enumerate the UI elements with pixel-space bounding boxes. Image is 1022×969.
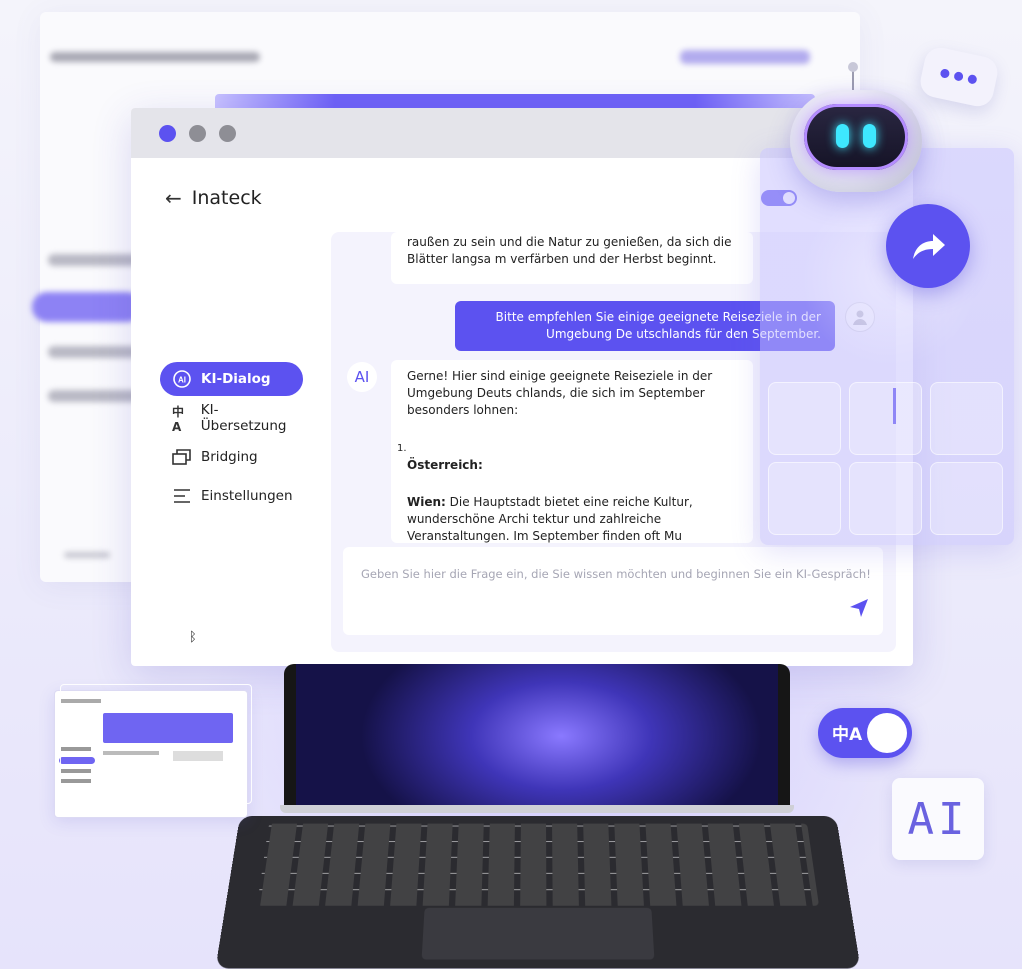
sidebar-item-label: KI-Übersetzung [200,402,287,434]
translate-toggle[interactable]: 中A [818,708,912,758]
question-input[interactable]: Geben Sie hier die Frage ein, die Sie wi… [343,547,883,635]
settings-icon [172,486,192,506]
bridging-icon [172,447,192,467]
bot-message: Gerne! Hier sind einige geeignete Reisez… [391,360,753,560]
ai-tile-text: AI [907,793,969,845]
list-number: 1. [397,443,407,454]
header: ← Inateck [165,186,262,210]
sidebar-item-label: Bridging [201,449,258,465]
sidebar-item-label: Einstellungen [201,488,293,504]
sidebar-item-einstellungen[interactable]: Einstellungen [160,479,303,513]
glass-tile [930,462,1003,535]
detail-bold: Wien: [407,495,446,509]
list-title: Österreich: [407,458,483,472]
input-placeholder: Geben Sie hier die Frage ein, die Sie wi… [361,567,871,581]
robot-mascot-icon [790,90,922,192]
bluetooth-icon[interactable]: ᛒ [189,630,197,645]
robot-eye [863,124,876,148]
sidebar-item-bridging[interactable]: Bridging [160,440,303,474]
trackpad [421,907,655,960]
maximize-dot[interactable] [219,125,236,142]
toggle-knob [867,713,907,753]
share-button[interactable] [886,204,970,288]
glass-panel [760,148,1014,545]
sidebar-item-ki-uebersetzung[interactable]: 中A KI-Übersetzung [160,401,303,435]
send-icon[interactable] [849,598,869,621]
ai-icon: AI [172,369,192,389]
ai-avatar: AI [347,362,377,392]
message-intro: Gerne! Hier sind einige geeignete Reisez… [407,369,713,417]
robot-eye [836,124,849,148]
message-text: raußen zu sein und die Natur zu genießen… [407,235,732,266]
key-grid [256,823,820,906]
tablet-bezel [280,805,794,813]
blurred-pill [680,50,810,64]
close-dot[interactable] [159,125,176,142]
glass-tile [849,462,922,535]
back-arrow-icon[interactable]: ← [165,186,182,210]
glass-tile [930,382,1003,455]
bot-message: raußen zu sein und die Natur zu genießen… [391,232,753,284]
blurred-row [64,552,110,558]
translate-icon: 中A [172,404,185,434]
ai-tile-icon: AI [892,778,984,860]
keyboard-image [215,816,861,969]
robot-face [804,104,908,170]
wallpaper [296,664,778,808]
svg-text:AI: AI [178,376,186,385]
glass-tile [768,462,841,535]
sidebar-item-ki-dialog[interactable]: AI KI-Dialog [160,362,303,396]
robot-antenna-tip [848,62,858,72]
minimize-dot[interactable] [189,125,206,142]
sidebar-item-label: KI-Dialog [201,371,271,387]
page-title: Inateck [191,187,262,209]
text-cursor [893,388,896,424]
glass-tile [849,382,922,455]
chat-bubble-icon [917,44,1001,110]
blurred-title [50,52,260,62]
translate-icon: 中A [832,725,863,745]
blurred-active-item [32,292,142,322]
mini-preview-frame [60,684,252,804]
glass-tile [768,382,841,455]
share-icon [913,234,945,259]
tablet-screen [284,664,790,808]
